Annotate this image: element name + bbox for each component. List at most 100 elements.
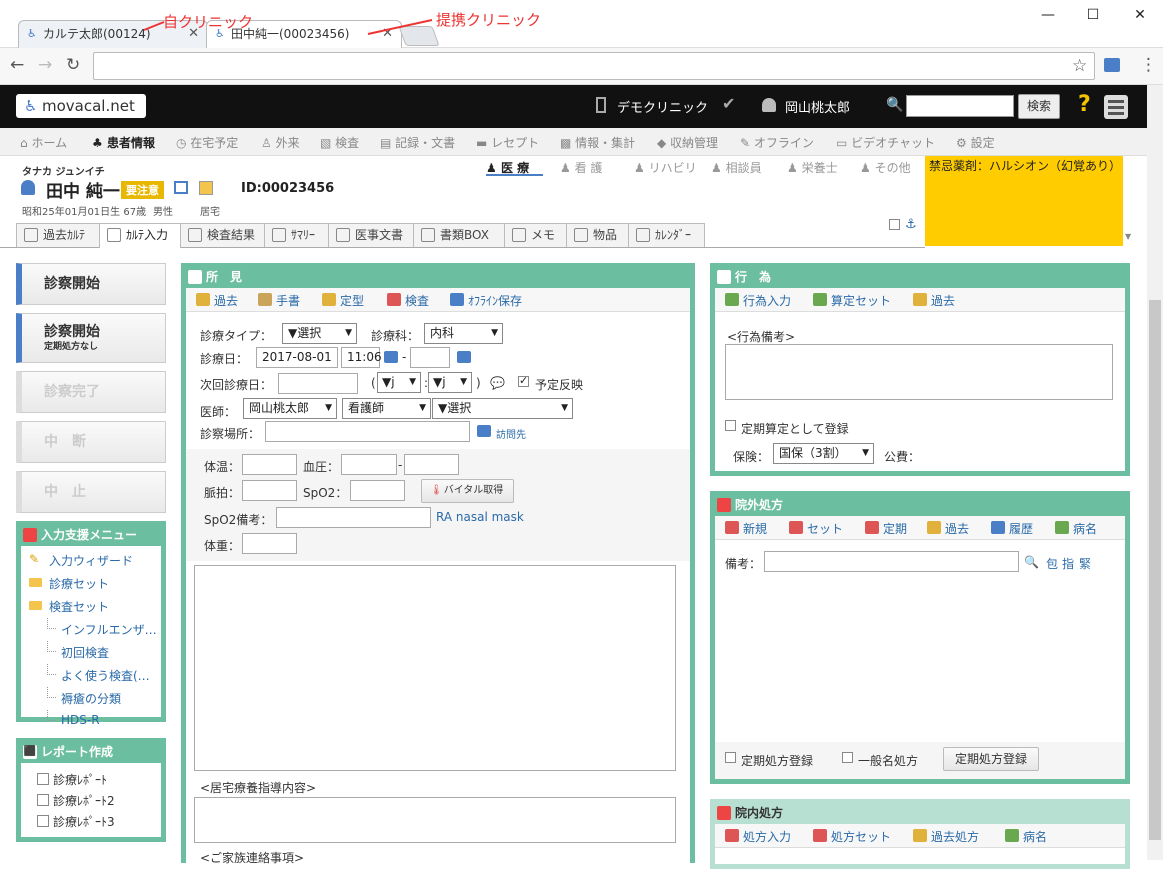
tab-supplies[interactable]: 物品 <box>566 223 629 247</box>
regular-rx-register-button[interactable]: 定期処方登録 <box>943 747 1039 771</box>
vital-fetch-button[interactable]: 🌡 バイタル取得 <box>421 479 514 503</box>
menu-payment[interactable]: ◆ 収納管理 <box>657 134 718 151</box>
tab-chart-input[interactable]: ｶﾙﾃ入力 <box>99 223 181 248</box>
time-picker-icon[interactable] <box>384 351 398 363</box>
rx-regular-button[interactable]: 定期 <box>865 520 907 537</box>
role-tab-other[interactable]: ♟ その他 <box>860 159 911 176</box>
help-icon[interactable]: ? <box>1078 92 1091 117</box>
menu-receipt[interactable]: ▬ レセプト <box>476 134 539 151</box>
next-minute-select[interactable]: ▼j <box>428 372 472 393</box>
tab-past-chart[interactable]: 過去ｶﾙﾃ <box>16 223 100 247</box>
date-input[interactable]: 2017-08-01 <box>256 347 338 368</box>
reload-icon[interactable]: ↻ <box>66 55 80 75</box>
bookmark-star-icon[interactable]: ☆ <box>1072 56 1087 76</box>
hamburger-menu-icon[interactable] <box>1104 95 1128 119</box>
menu-exam[interactable]: ▧ 検査 <box>320 134 359 151</box>
rx-history-button[interactable]: 履歴 <box>991 520 1033 537</box>
page-scrollbar-thumb[interactable] <box>1149 300 1161 840</box>
tab-document-box[interactable]: 書類BOX <box>413 223 505 247</box>
close-window-button[interactable]: ✕ <box>1125 4 1155 26</box>
treatment-set-folder[interactable]: 診療セット <box>21 572 161 595</box>
next-date-input[interactable] <box>278 373 358 394</box>
start-exam-no-regular-button[interactable]: 診察開始 定期処方なし <box>16 313 166 363</box>
inrx-set-button[interactable]: 処方セット <box>813 828 891 845</box>
bp-high-input[interactable] <box>341 454 397 475</box>
exam-set-item[interactable]: 褥瘡の分類 <box>21 687 161 710</box>
header-search-input[interactable] <box>906 95 1014 117</box>
tab-memo[interactable]: メモ <box>504 223 567 247</box>
package-link[interactable]: 包 <box>1046 555 1058 572</box>
tab-medical-docs[interactable]: 医事文書 <box>328 223 414 247</box>
exam-set-item[interactable]: インフルエンザ… <box>21 618 161 641</box>
rx-new-button[interactable]: 新規 <box>725 520 767 537</box>
rx-disease-button[interactable]: 病名 <box>1055 520 1097 537</box>
inrx-input-button[interactable]: 処方入力 <box>725 828 791 845</box>
browser-menu-icon[interactable]: ⋮ <box>1140 55 1157 75</box>
exam-set-item[interactable]: 初回検査 <box>21 641 161 664</box>
user-name[interactable]: 岡山桃太郎 <box>785 97 850 116</box>
alert-scroll-down-icon[interactable]: ▼ <box>1125 232 1131 241</box>
input-wizard-link[interactable]: ✎ 入力ウィザード <box>21 549 161 572</box>
finish-exam-button[interactable]: 診察完了 <box>16 371 166 413</box>
regular-calc-checkbox[interactable] <box>725 420 736 431</box>
act-note-textarea[interactable] <box>725 344 1113 400</box>
exam-set-item[interactable]: HDS-R <box>21 710 161 730</box>
spo2-input[interactable] <box>350 480 405 501</box>
menu-home-visit[interactable]: ◷ 在宅予定 <box>176 134 238 151</box>
suspend-button[interactable]: 中 断 <box>16 421 166 463</box>
place-input[interactable] <box>265 421 470 442</box>
staff-select[interactable]: ▼選択 <box>432 398 573 419</box>
offline-save-button[interactable]: ｵﾌﾗｲﾝ保存 <box>450 292 522 309</box>
nurse-select[interactable]: 看護師 <box>342 398 431 419</box>
tab-test-results[interactable]: 検査結果 <box>180 223 265 247</box>
movacal-logo[interactable]: ♿ movacal.net <box>16 94 146 118</box>
menu-offline[interactable]: ✎ オフライン <box>740 134 814 151</box>
report-checkbox-2[interactable]: 診療ﾚﾎﾟｰﾄ2 <box>35 790 161 811</box>
next-hour-select[interactable]: ▼j <box>377 372 421 393</box>
weight-input[interactable] <box>242 533 297 554</box>
insurance-select[interactable]: 国保（3割） <box>773 443 874 464</box>
doctor-select[interactable]: 岡山桃太郎 <box>243 398 337 419</box>
findings-textarea[interactable] <box>194 565 676 771</box>
end-time-picker-icon[interactable] <box>457 351 471 363</box>
address-bar[interactable] <box>93 52 1095 80</box>
rx-note-input[interactable] <box>764 551 1019 572</box>
type-select[interactable]: ▼選択 <box>282 323 357 344</box>
menu-stats[interactable]: ▩ 情報・集計 <box>560 134 635 151</box>
comment-icon[interactable]: 💬 <box>490 376 505 390</box>
visit-link[interactable]: 訪問先 <box>496 426 526 441</box>
role-tab-nutrition[interactable]: ♟ 栄養士 <box>787 159 838 176</box>
copy-icon[interactable] <box>174 181 188 194</box>
caution-badge[interactable]: 要注意 <box>121 181 164 199</box>
header-search-button[interactable]: 検索 <box>1018 94 1060 119</box>
exam-button[interactable]: 検査 <box>387 292 429 309</box>
act-input-button[interactable]: 行為入力 <box>725 292 791 309</box>
spo2-note-input[interactable] <box>276 507 431 528</box>
maximize-button[interactable]: ☐ <box>1078 4 1108 26</box>
menu-videochat[interactable]: ▭ ビデオチャット <box>836 134 935 151</box>
end-time-input[interactable] <box>410 347 450 368</box>
exam-set-item[interactable]: よく使う検査(… <box>21 664 161 687</box>
back-icon[interactable]: ← <box>10 55 24 75</box>
past-button[interactable]: 過去 <box>196 292 238 309</box>
forward-icon[interactable]: → <box>38 55 52 75</box>
inrx-disease-button[interactable]: 病名 <box>1005 828 1047 845</box>
place-picker-icon[interactable] <box>477 425 491 437</box>
generic-rx-checkbox[interactable] <box>842 752 853 763</box>
home-guidance-textarea[interactable] <box>194 797 676 843</box>
menu-records[interactable]: ▤ 記録・文書 <box>380 134 455 151</box>
role-tab-rehab[interactable]: ♟ リハビリ <box>634 159 697 176</box>
regular-rx-checkbox[interactable] <box>725 752 736 763</box>
tab-calendar[interactable]: ｶﾚﾝﾀﾞｰ <box>628 223 705 247</box>
exam-set-folder[interactable]: 検査セット <box>21 595 161 618</box>
handwrite-button[interactable]: 手書 <box>258 292 300 309</box>
minimize-button[interactable]: — <box>1033 4 1063 26</box>
template-button[interactable]: 定型 <box>322 292 364 309</box>
role-tab-counselor[interactable]: ♟ 相談員 <box>711 159 762 176</box>
inrx-past-button[interactable]: 過去処方 <box>913 828 979 845</box>
rx-search-icon[interactable]: 🔍 <box>1024 555 1039 569</box>
urgent-link[interactable]: 緊 <box>1079 555 1091 572</box>
extension-icon[interactable] <box>1104 58 1120 72</box>
instruction-link[interactable]: 指 <box>1062 555 1074 572</box>
menu-outpatient[interactable]: ♙ 外来 <box>261 134 300 151</box>
